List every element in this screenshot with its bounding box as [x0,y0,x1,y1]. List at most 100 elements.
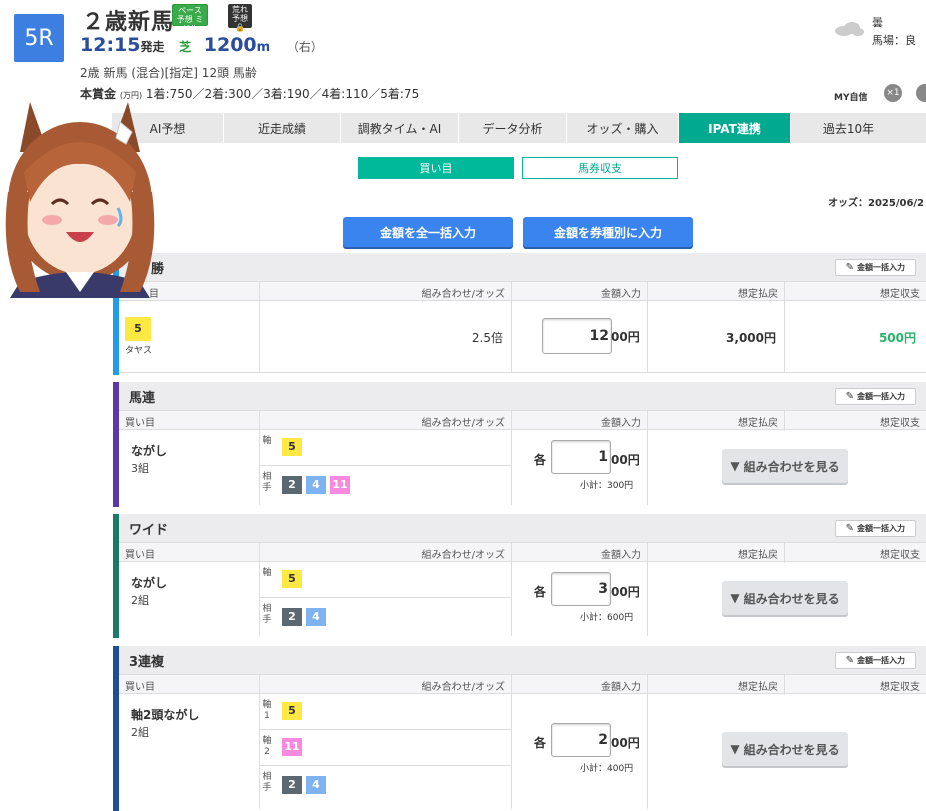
amount-by-type-button[interactable]: 金額を券種別に入力 [523,217,693,247]
show-combinations-button[interactable]: ▼ 組み合わせを見る [722,581,848,615]
tab-training-time[interactable]: 調教タイム・AI [341,113,459,143]
partner-row: 相手 2 4 [260,598,511,636]
bulk-input-button[interactable]: ✎ 金額一括入力 [834,520,916,537]
col-payout: 想定払戻 [648,282,785,302]
odds-value: 2.5倍 [471,331,503,345]
horse-number: 5 [282,438,302,456]
subtab-buy[interactable]: 買い目 [358,157,514,179]
subtab-balance[interactable]: 馬券収支 [522,157,678,179]
block-title: 馬連 ✎ 金額一括入力 [119,382,926,410]
pencil-icon: ✎ [845,262,854,273]
col-combo: 組み合わせ/オッズ [260,543,512,563]
col-profit: 想定収支 [880,288,920,300]
upset-forecast-tag[interactable]: 荒れ予想 🔒 [228,4,252,32]
bulk-input-label: 金額一括入力 [857,524,905,533]
amount-input[interactable]: 2 [551,723,611,757]
horse-number: 11 [282,738,302,756]
axis1-row: 軸1 5 [260,694,511,730]
bulk-input-button[interactable]: ✎ 金額一括入力 [834,259,916,276]
col-buy: 買い目 [119,411,260,431]
triangle-down-icon: ▼ [730,591,740,605]
start-label: 発走 [140,40,165,54]
amount-input[interactable]: 12 [542,318,612,354]
multiplier-icon[interactable]: ×1 [884,84,902,102]
partner-row: 相手 2 4 [260,766,511,806]
weather-text: 曇 [872,16,883,29]
horse-number: 4 [306,776,326,794]
bulk-input-label: 金額一括入力 [857,656,905,665]
show-combinations-button[interactable]: ▼ 組み合わせを見る [722,449,848,483]
amount-cell: 12 00円 [512,301,648,372]
quinella-row: ながし 3組 軸 5 相手 2 4 11 各 1 00円 小計：300円 ▼ 組… [119,430,926,505]
bulk-input-button[interactable]: ✎ 金額一括入力 [834,388,916,405]
close-icon[interactable] [916,84,926,102]
amount-suffix: 00円 [611,736,640,750]
horse-number: 5 [125,317,151,341]
pace-forecast-tag[interactable]: ペース予想 ミドル [172,4,208,33]
column-header: 買い目 組み合わせ/オッズ 金額入力 想定払戻 想定収支 [119,542,926,563]
start-time: 12:15 [80,34,141,56]
cloud-icon [835,22,864,36]
surface: 芝 [179,40,192,54]
win-row: 5 タヤス 2.5倍 12 00円 3,000円 500円 [119,301,926,373]
col-amount: 金額入力 [512,675,648,695]
amount-cell: 各 3 00円 小計：600円 [512,562,648,636]
tab-data-analysis[interactable]: データ分析 [459,113,567,143]
col-amount: 金額入力 [512,543,648,563]
race-number-badge: 5R [14,14,64,62]
horse-number: 5 [282,570,302,588]
course-direction: （右） [286,40,323,54]
bet-type: ながし [131,444,168,458]
amount-suffix: 00円 [611,453,640,467]
tab-recent-results[interactable]: 近走成績 [224,113,341,143]
lock-icon: 🔒 [235,23,245,32]
column-header: 買い目 組み合わせ/オッズ 金額入力 想定払戻 想定収支 [119,410,926,431]
partner-label: 相手 [262,604,272,625]
prize-values: 1着:750／2着:300／3着:190／4着:110／5着:75 [145,87,420,101]
tab-ipat[interactable]: IPAT連携 [679,113,791,143]
pencil-icon: ✎ [845,655,854,666]
bulk-input-label: 金額一括入力 [857,392,905,401]
profit-cell: 500円 [785,301,926,372]
col-payout: 想定払戻 [648,675,785,695]
col-buy: 買い目 [119,675,260,695]
bet-type-cell: ながし 2組 [119,562,260,636]
block-title-text: 馬連 [129,390,156,406]
block-title: 3連複 ✎ 金額一括入力 [119,646,926,674]
amount-input[interactable]: 3 [551,572,611,606]
col-combo: 組み合わせ/オッズ [260,282,512,302]
bet-type-cell: ながし 3組 [119,430,260,505]
tab-past-10-years[interactable]: 過去10年 [791,113,906,143]
col-profit: 想定収支 [880,549,920,561]
amount-suffix: 00円 [611,330,640,344]
col-profit: 想定収支 [880,681,920,693]
bulk-input-button[interactable]: ✎ 金額一括入力 [834,652,916,669]
my-confidence-label[interactable]: MY自信 [834,90,867,103]
horse-number: 5 [282,702,302,720]
amount-input[interactable]: 1 [551,440,611,474]
show-combinations-label: 組み合わせを見る [743,459,840,474]
block-title-text: ワイド [129,522,169,538]
each-label: 各 [534,585,547,599]
bet-count: 2組 [131,594,149,607]
tab-odds-purchase[interactable]: オッズ・購入 [567,113,679,143]
combo-cell: 軸 5 相手 2 4 11 [260,430,512,505]
amount-cell: 各 1 00円 小計：300円 [512,430,648,505]
horse-number: 2 [282,476,302,494]
partner-label: 相手 [262,772,272,793]
win-horse-cell: 5 タヤス [119,301,260,372]
horse-name: タヤス [125,346,153,356]
block-title: ワイド ✎ 金額一括入力 [119,514,926,542]
col-payout: 想定払戻 [648,543,785,563]
show-combinations-label: 組み合わせを見る [743,742,840,757]
quinella-block: 馬連 ✎ 金額一括入力 買い目 組み合わせ/オッズ 金額入力 想定払戻 想定収支 … [113,382,926,507]
horse-number: 11 [330,476,350,494]
show-combinations-button[interactable]: ▼ 組み合わせを見る [722,732,848,766]
subtotal: 小計：300円 [580,481,634,491]
col-amount: 金額入力 [512,282,648,302]
bulk-amount-all-button[interactable]: 金額を全一括入力 [343,217,513,247]
bet-count: 3組 [131,462,149,475]
bet-count: 2組 [131,726,149,739]
odds-date: オッズ：2025/06/2 [828,198,925,209]
axis2-row: 軸2 11 [260,730,511,766]
